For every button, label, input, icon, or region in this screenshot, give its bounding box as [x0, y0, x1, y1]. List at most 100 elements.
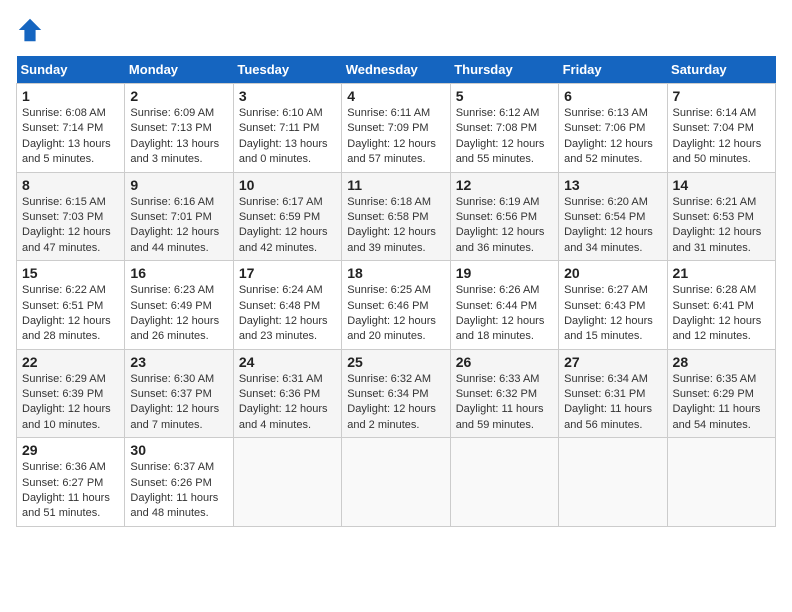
- day-info: Sunrise: 6:34 AM Sunset: 6:31 PM Dayligh…: [564, 372, 661, 434]
- day-info: Sunrise: 6:30 AM Sunset: 6:37 PM Dayligh…: [130, 372, 227, 434]
- calendar-cell: 28Sunrise: 6:35 AM Sunset: 6:29 PM Dayli…: [667, 349, 775, 438]
- day-info: Sunrise: 6:28 AM Sunset: 6:41 PM Dayligh…: [673, 283, 770, 345]
- calendar-cell: 6Sunrise: 6:13 AM Sunset: 7:06 PM Daylig…: [559, 84, 667, 173]
- weekday-header-sunday: Sunday: [17, 56, 125, 84]
- calendar-cell: [559, 438, 667, 527]
- day-info: Sunrise: 6:22 AM Sunset: 6:51 PM Dayligh…: [22, 283, 119, 345]
- day-number: 4: [347, 88, 444, 104]
- day-info: Sunrise: 6:24 AM Sunset: 6:48 PM Dayligh…: [239, 283, 336, 345]
- day-info: Sunrise: 6:37 AM Sunset: 6:26 PM Dayligh…: [130, 460, 227, 522]
- day-info: Sunrise: 6:36 AM Sunset: 6:27 PM Dayligh…: [22, 460, 119, 522]
- calendar-cell: 19 Sunrise: 6:26 AM Sunset: 6:44 PM Dayli…: [450, 261, 558, 350]
- day-number: 24: [239, 354, 336, 370]
- calendar-cell: 1Sunrise: 6:08 AM Sunset: 7:14 PM Daylig…: [17, 84, 125, 173]
- day-number: 10: [239, 177, 336, 193]
- calendar-cell: 9Sunrise: 6:16 AM Sunset: 7:01 PM Daylig…: [125, 172, 233, 261]
- day-info: Sunrise: 6:15 AM Sunset: 7:03 PM Dayligh…: [22, 195, 119, 257]
- day-info: Sunrise: 6:20 AM Sunset: 6:54 PM Dayligh…: [564, 195, 661, 257]
- day-info: Sunrise: 6:09 AM Sunset: 7:13 PM Dayligh…: [130, 106, 227, 168]
- weekday-header-row: SundayMondayTuesdayWednesdayThursdayFrid…: [17, 56, 776, 84]
- day-info: Sunrise: 6:17 AM Sunset: 6:59 PM Dayligh…: [239, 195, 336, 257]
- calendar-cell: 29Sunrise: 6:36 AM Sunset: 6:27 PM Dayli…: [17, 438, 125, 527]
- logo: [16, 16, 48, 44]
- day-number: 16: [130, 265, 227, 281]
- day-info: Sunrise: 6:29 AM Sunset: 6:39 PM Dayligh…: [22, 372, 119, 434]
- day-info: Sunrise: 6:18 AM Sunset: 6:58 PM Dayligh…: [347, 195, 444, 257]
- calendar-cell: [233, 438, 341, 527]
- day-number: 28: [673, 354, 770, 370]
- calendar-cell: 15 Sunrise: 6:22 AM Sunset: 6:51 PM Dayli…: [17, 261, 125, 350]
- calendar-cell: 2 Sunrise: 6:09 AM Sunset: 7:13 PM Daylig…: [125, 84, 233, 173]
- day-number: 27: [564, 354, 661, 370]
- day-number: 13: [564, 177, 661, 193]
- day-info: Sunrise: 6:10 AM Sunset: 7:11 PM Dayligh…: [239, 106, 336, 168]
- day-number: 25: [347, 354, 444, 370]
- calendar-cell: 27 Sunrise: 6:34 AM Sunset: 6:31 PM Dayli…: [559, 349, 667, 438]
- calendar-cell: 5 Sunrise: 6:12 AM Sunset: 7:08 PM Daylig…: [450, 84, 558, 173]
- day-number: 11: [347, 177, 444, 193]
- day-info: Sunrise: 6:27 AM Sunset: 6:43 PM Dayligh…: [564, 283, 661, 345]
- calendar-cell: 25 Sunrise: 6:32 AM Sunset: 6:34 PM Dayli…: [342, 349, 450, 438]
- day-info: Sunrise: 6:23 AM Sunset: 6:49 PM Dayligh…: [130, 283, 227, 345]
- calendar-table: SundayMondayTuesdayWednesdayThursdayFrid…: [16, 56, 776, 527]
- weekday-header-saturday: Saturday: [667, 56, 775, 84]
- day-info: Sunrise: 6:31 AM Sunset: 6:36 PM Dayligh…: [239, 372, 336, 434]
- day-number: 3: [239, 88, 336, 104]
- day-number: 2: [130, 88, 227, 104]
- calendar-cell: 13 Sunrise: 6:20 AM Sunset: 6:54 PM Dayli…: [559, 172, 667, 261]
- day-number: 18: [347, 265, 444, 281]
- calendar-cell: 11 Sunrise: 6:18 AM Sunset: 6:58 PM Dayli…: [342, 172, 450, 261]
- calendar-cell: 20Sunrise: 6:27 AM Sunset: 6:43 PM Dayli…: [559, 261, 667, 350]
- calendar-cell: 10 Sunrise: 6:17 AM Sunset: 6:59 PM Dayli…: [233, 172, 341, 261]
- day-number: 30: [130, 442, 227, 458]
- weekday-header-friday: Friday: [559, 56, 667, 84]
- weekday-header-thursday: Thursday: [450, 56, 558, 84]
- day-number: 21: [673, 265, 770, 281]
- day-info: Sunrise: 6:33 AM Sunset: 6:32 PM Dayligh…: [456, 372, 553, 434]
- day-number: 22: [22, 354, 119, 370]
- calendar-cell: 24 Sunrise: 6:31 AM Sunset: 6:36 PM Dayli…: [233, 349, 341, 438]
- calendar-cell: 22 Sunrise: 6:29 AM Sunset: 6:39 PM Dayli…: [17, 349, 125, 438]
- day-number: 19: [456, 265, 553, 281]
- calendar-cell: 3 Sunrise: 6:10 AM Sunset: 7:11 PM Daylig…: [233, 84, 341, 173]
- day-info: Sunrise: 6:21 AM Sunset: 6:53 PM Dayligh…: [673, 195, 770, 257]
- calendar-cell: [667, 438, 775, 527]
- calendar-cell: 23 Sunrise: 6:30 AM Sunset: 6:37 PM Dayli…: [125, 349, 233, 438]
- calendar-cell: 17 Sunrise: 6:24 AM Sunset: 6:48 PM Dayli…: [233, 261, 341, 350]
- day-info: Sunrise: 6:25 AM Sunset: 6:46 PM Dayligh…: [347, 283, 444, 345]
- day-number: 12: [456, 177, 553, 193]
- day-number: 23: [130, 354, 227, 370]
- page-header: [16, 16, 776, 44]
- day-info: Sunrise: 6:08 AM Sunset: 7:14 PM Dayligh…: [22, 106, 119, 168]
- day-number: 17: [239, 265, 336, 281]
- day-info: Sunrise: 6:13 AM Sunset: 7:06 PM Dayligh…: [564, 106, 661, 168]
- calendar-cell: [342, 438, 450, 527]
- calendar-cell: 4 Sunrise: 6:11 AM Sunset: 7:09 PM Daylig…: [342, 84, 450, 173]
- calendar-week-4: 22 Sunrise: 6:29 AM Sunset: 6:39 PM Dayli…: [17, 349, 776, 438]
- calendar-cell: 14Sunrise: 6:21 AM Sunset: 6:53 PM Dayli…: [667, 172, 775, 261]
- day-info: Sunrise: 6:19 AM Sunset: 6:56 PM Dayligh…: [456, 195, 553, 257]
- day-number: 5: [456, 88, 553, 104]
- calendar-week-2: 8 Sunrise: 6:15 AM Sunset: 7:03 PM Daylig…: [17, 172, 776, 261]
- day-number: 8: [22, 177, 119, 193]
- day-number: 26: [456, 354, 553, 370]
- calendar-cell: 7 Sunrise: 6:14 AM Sunset: 7:04 PM Daylig…: [667, 84, 775, 173]
- day-info: Sunrise: 6:11 AM Sunset: 7:09 PM Dayligh…: [347, 106, 444, 168]
- day-info: Sunrise: 6:14 AM Sunset: 7:04 PM Dayligh…: [673, 106, 770, 168]
- calendar-cell: 18 Sunrise: 6:25 AM Sunset: 6:46 PM Dayli…: [342, 261, 450, 350]
- day-number: 9: [130, 177, 227, 193]
- calendar-cell: 8 Sunrise: 6:15 AM Sunset: 7:03 PM Daylig…: [17, 172, 125, 261]
- weekday-header-monday: Monday: [125, 56, 233, 84]
- weekday-header-wednesday: Wednesday: [342, 56, 450, 84]
- calendar-cell: 12 Sunrise: 6:19 AM Sunset: 6:56 PM Dayli…: [450, 172, 558, 261]
- calendar-cell: 26 Sunrise: 6:33 AM Sunset: 6:32 PM Dayli…: [450, 349, 558, 438]
- day-info: Sunrise: 6:12 AM Sunset: 7:08 PM Dayligh…: [456, 106, 553, 168]
- day-number: 7: [673, 88, 770, 104]
- calendar-cell: 30 Sunrise: 6:37 AM Sunset: 6:26 PM Dayli…: [125, 438, 233, 527]
- calendar-cell: 21 Sunrise: 6:28 AM Sunset: 6:41 PM Dayli…: [667, 261, 775, 350]
- day-number: 15: [22, 265, 119, 281]
- calendar-cell: [450, 438, 558, 527]
- calendar-week-3: 15 Sunrise: 6:22 AM Sunset: 6:51 PM Dayli…: [17, 261, 776, 350]
- day-info: Sunrise: 6:26 AM Sunset: 6:44 PM Dayligh…: [456, 283, 553, 345]
- day-info: Sunrise: 6:32 AM Sunset: 6:34 PM Dayligh…: [347, 372, 444, 434]
